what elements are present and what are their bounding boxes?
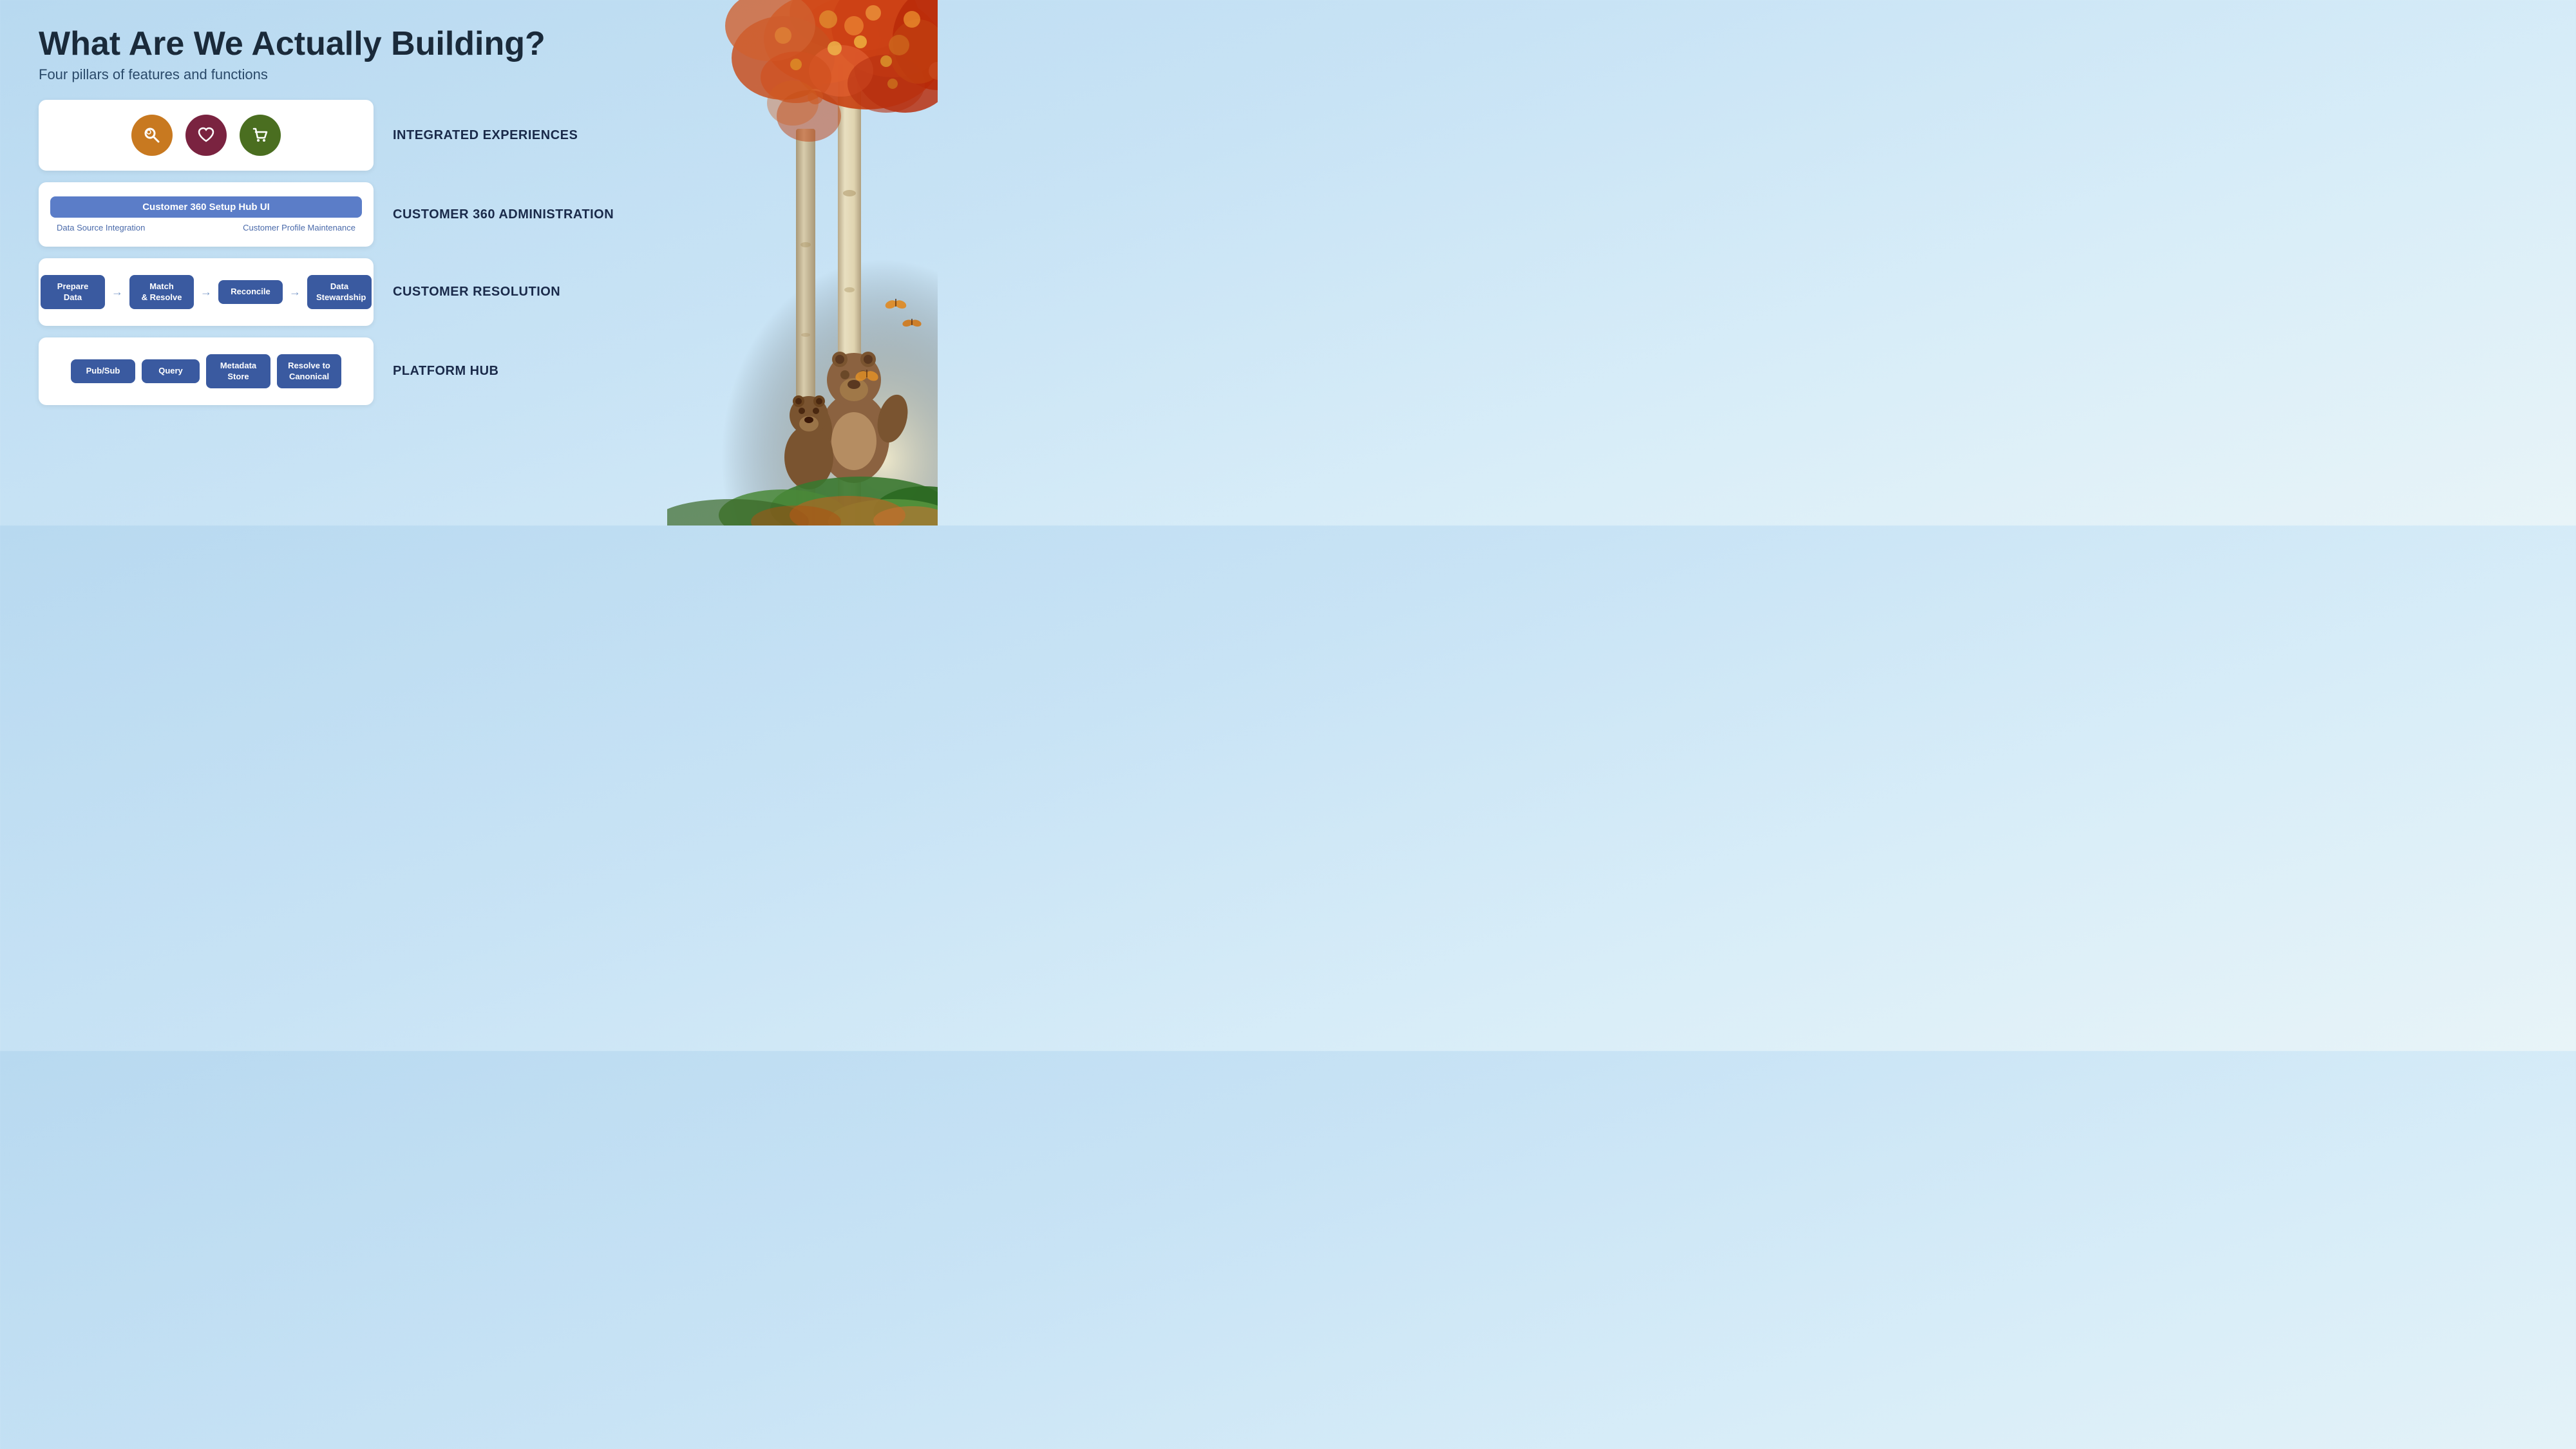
- nature-illustration: [667, 0, 938, 526]
- label-c360: CUSTOMER 360 ADMINISTRATION: [393, 182, 702, 247]
- step-reconcile: Reconcile: [218, 280, 283, 304]
- label-c360-text: CUSTOMER 360 ADMINISTRATION: [393, 207, 614, 222]
- step-query: Query: [142, 359, 200, 383]
- step-metadata-store: MetadataStore: [206, 354, 270, 389]
- c360-sublabels: Data Source Integration Customer Profile…: [50, 223, 362, 232]
- step-resolve-canonical: Resolve toCanonical: [277, 354, 341, 389]
- label-resolution-text: CUSTOMER RESOLUTION: [393, 285, 560, 299]
- cart-icon: [240, 115, 281, 156]
- arrow-icon-3: →: [289, 285, 301, 299]
- arrow-icon-2: →: [200, 285, 212, 299]
- pillars-column: Customer 360 Setup Hub UI Data Source In…: [39, 100, 374, 405]
- pillar-card-c360: Customer 360 Setup Hub UI Data Source In…: [39, 182, 374, 247]
- step-match-resolve: Match& Resolve: [129, 275, 194, 310]
- label-resolution: CUSTOMER RESOLUTION: [393, 258, 702, 326]
- c360-banner: Customer 360 Setup Hub UI: [50, 196, 362, 218]
- pillar-card-integrated: [39, 100, 374, 171]
- arrow-icon-1: →: [111, 285, 123, 299]
- label-integrated-text: INTEGRATED EXPERIENCES: [393, 128, 578, 143]
- labels-column: INTEGRATED EXPERIENCES CUSTOMER 360 ADMI…: [393, 100, 702, 405]
- label-platform-text: PLATFORM HUB: [393, 364, 499, 379]
- label-platform: PLATFORM HUB: [393, 337, 702, 405]
- step-prepare-data: Prepare Data: [41, 275, 105, 310]
- heart-icon: [185, 115, 227, 156]
- pillar-card-platform: Pub/Sub Query MetadataStore Resolve toCa…: [39, 337, 374, 405]
- c360-sub-right: Customer Profile Maintenance: [243, 223, 355, 232]
- search-icon: [131, 115, 173, 156]
- label-integrated: INTEGRATED EXPERIENCES: [393, 100, 702, 171]
- step-data-stewardship: DataStewardship: [307, 275, 372, 310]
- c360-sub-left: Data Source Integration: [57, 223, 145, 232]
- pillar-card-resolution: Prepare Data → Match& Resolve → Reconcil…: [39, 258, 374, 326]
- step-pubsub: Pub/Sub: [71, 359, 135, 383]
